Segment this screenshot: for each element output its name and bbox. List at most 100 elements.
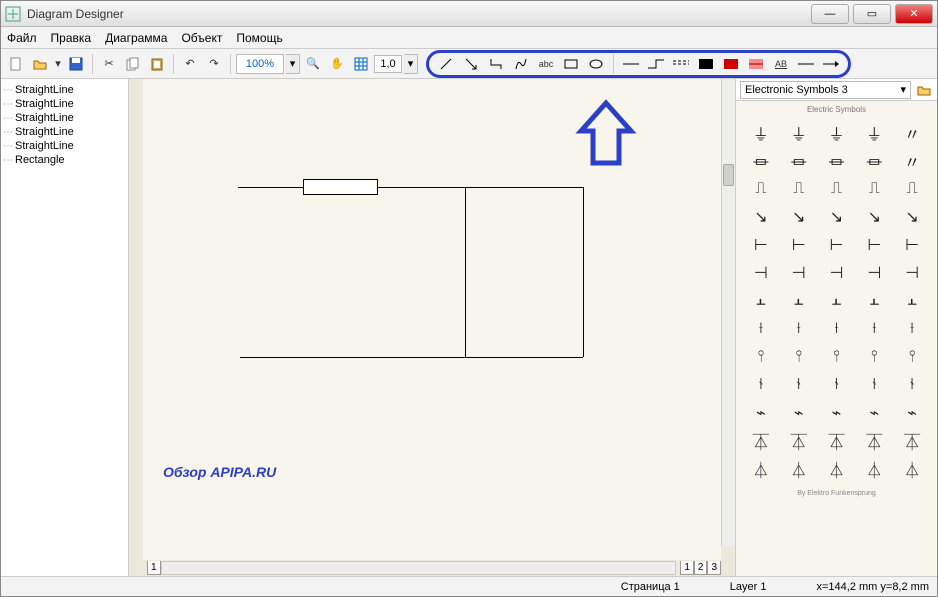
open-button[interactable] <box>29 53 51 75</box>
symbol[interactable]: ⌁ <box>820 402 854 424</box>
pan-tool-button[interactable]: ✋ <box>326 53 348 75</box>
save-button[interactable] <box>65 53 87 75</box>
symbol[interactable]: ⏄ <box>744 430 778 452</box>
fill-red[interactable] <box>720 53 742 75</box>
symbol[interactable]: ↘ <box>782 206 816 228</box>
menu-help[interactable]: Помощь <box>236 31 282 45</box>
arrow-tool[interactable] <box>460 53 482 75</box>
cut-button[interactable]: ✂ <box>98 53 120 75</box>
symbol[interactable]: ⟊ <box>857 318 891 340</box>
symbol[interactable]: ⏄ <box>782 430 816 452</box>
zoom-display[interactable]: 100% <box>236 54 284 74</box>
diagram-rectangle[interactable] <box>303 179 378 195</box>
menu-edit[interactable]: Правка <box>51 31 92 45</box>
symbol[interactable]: ⊣ <box>895 262 929 284</box>
symbol[interactable]: ⫮ <box>782 374 816 396</box>
symbol[interactable]: ⎍ <box>857 178 891 200</box>
tree-item[interactable]: StraightLine <box>3 83 126 97</box>
symbol[interactable]: ⊣ <box>744 262 778 284</box>
fill-black[interactable] <box>695 53 717 75</box>
zoom-dropdown[interactable]: ▾ <box>286 54 300 74</box>
symbol[interactable]: ⟊ <box>820 318 854 340</box>
symbol[interactable]: 〃 <box>895 150 929 172</box>
symbol[interactable]: 〃 <box>895 122 929 144</box>
text-style[interactable]: AB <box>770 53 792 75</box>
grid-dropdown[interactable]: ▾ <box>404 54 418 74</box>
symbol[interactable]: ⊣ <box>820 262 854 284</box>
symbol[interactable]: ⊢ <box>782 234 816 256</box>
symbol[interactable]: ⫮ <box>857 374 891 396</box>
tree-item[interactable]: StraightLine <box>3 97 126 111</box>
symbol[interactable]: ⫮ <box>820 374 854 396</box>
paste-button[interactable] <box>146 53 168 75</box>
tree-item[interactable]: StraightLine <box>3 139 126 153</box>
symbol[interactable]: ⊣ <box>782 262 816 284</box>
symbol[interactable]: ⏚ <box>857 122 891 144</box>
symbol[interactable]: ⫠ <box>820 290 854 312</box>
page-tab-2[interactable]: 2 <box>694 561 708 575</box>
symbol[interactable]: ⏛ <box>820 150 854 172</box>
ellipse-tool[interactable] <box>585 53 607 75</box>
symbol[interactable]: ⏛ <box>857 150 891 172</box>
symbol[interactable]: ⎍ <box>744 178 778 200</box>
symbol[interactable]: ⊣ <box>857 262 891 284</box>
symbol[interactable]: ↘ <box>820 206 854 228</box>
copy-button[interactable] <box>122 53 144 75</box>
symbol[interactable]: ⫯ <box>857 346 891 368</box>
symbol[interactable]: ⏚ <box>782 122 816 144</box>
diagram-line[interactable] <box>238 187 303 188</box>
arrow-start[interactable] <box>795 53 817 75</box>
menu-diagram[interactable]: Диаграмма <box>105 31 167 45</box>
diagram-line[interactable] <box>465 187 466 357</box>
symbol[interactable]: ⫯ <box>895 346 929 368</box>
symbol[interactable]: ⏃ <box>744 458 778 480</box>
rect-tool[interactable] <box>560 53 582 75</box>
menu-object[interactable]: Объект <box>181 31 222 45</box>
symbol[interactable]: ⏄ <box>857 430 891 452</box>
tree-item[interactable]: StraightLine <box>3 111 126 125</box>
redo-button[interactable]: ↷ <box>203 53 225 75</box>
symbol[interactable]: ⫠ <box>782 290 816 312</box>
symbol[interactable]: ⫠ <box>744 290 778 312</box>
line-tool[interactable] <box>435 53 457 75</box>
symbol[interactable]: ⫮ <box>744 374 778 396</box>
symbol[interactable]: ⏃ <box>820 458 854 480</box>
page-tab-left[interactable]: 1 <box>147 561 161 575</box>
symbol[interactable]: ⟊ <box>744 318 778 340</box>
page-tab-1[interactable]: 1 <box>680 561 694 575</box>
line-thin[interactable] <box>620 53 642 75</box>
symbol[interactable]: ⏄ <box>895 430 929 452</box>
page-tab-3[interactable]: 3 <box>707 561 721 575</box>
diagram-line[interactable] <box>583 187 584 357</box>
curve-tool[interactable] <box>510 53 532 75</box>
palette-open-button[interactable] <box>915 81 933 99</box>
symbol[interactable]: ⊢ <box>744 234 778 256</box>
maximize-button[interactable]: ▭ <box>853 4 891 24</box>
close-button[interactable]: ✕ <box>895 4 933 24</box>
text-tool[interactable]: abc <box>535 53 557 75</box>
undo-button[interactable]: ↶ <box>179 53 201 75</box>
symbol[interactable]: ⊢ <box>820 234 854 256</box>
symbol[interactable]: ⏃ <box>782 458 816 480</box>
symbol[interactable]: ⟊ <box>895 318 929 340</box>
symbol[interactable]: ⎍ <box>895 178 929 200</box>
symbol[interactable]: ⫯ <box>820 346 854 368</box>
symbol[interactable]: ⏚ <box>820 122 854 144</box>
grid-size-input[interactable] <box>374 55 402 73</box>
symbol[interactable]: ⫮ <box>895 374 929 396</box>
diagram-line[interactable] <box>378 187 583 188</box>
symbol[interactable]: ⎍ <box>782 178 816 200</box>
zoom-tool-button[interactable]: 🔍 <box>302 53 324 75</box>
symbol[interactable]: ↘ <box>744 206 778 228</box>
new-button[interactable] <box>5 53 27 75</box>
tree-item[interactable]: StraightLine <box>3 125 126 139</box>
open-dropdown[interactable]: ▾ <box>53 53 63 75</box>
symbol[interactable]: ⏚ <box>744 122 778 144</box>
symbol[interactable]: ⫯ <box>782 346 816 368</box>
symbol[interactable]: ⌁ <box>895 402 929 424</box>
line-style-step[interactable] <box>645 53 667 75</box>
connector-tool[interactable] <box>485 53 507 75</box>
symbol[interactable]: ↘ <box>895 206 929 228</box>
symbol[interactable]: ↘ <box>857 206 891 228</box>
symbol[interactable]: ⌁ <box>744 402 778 424</box>
